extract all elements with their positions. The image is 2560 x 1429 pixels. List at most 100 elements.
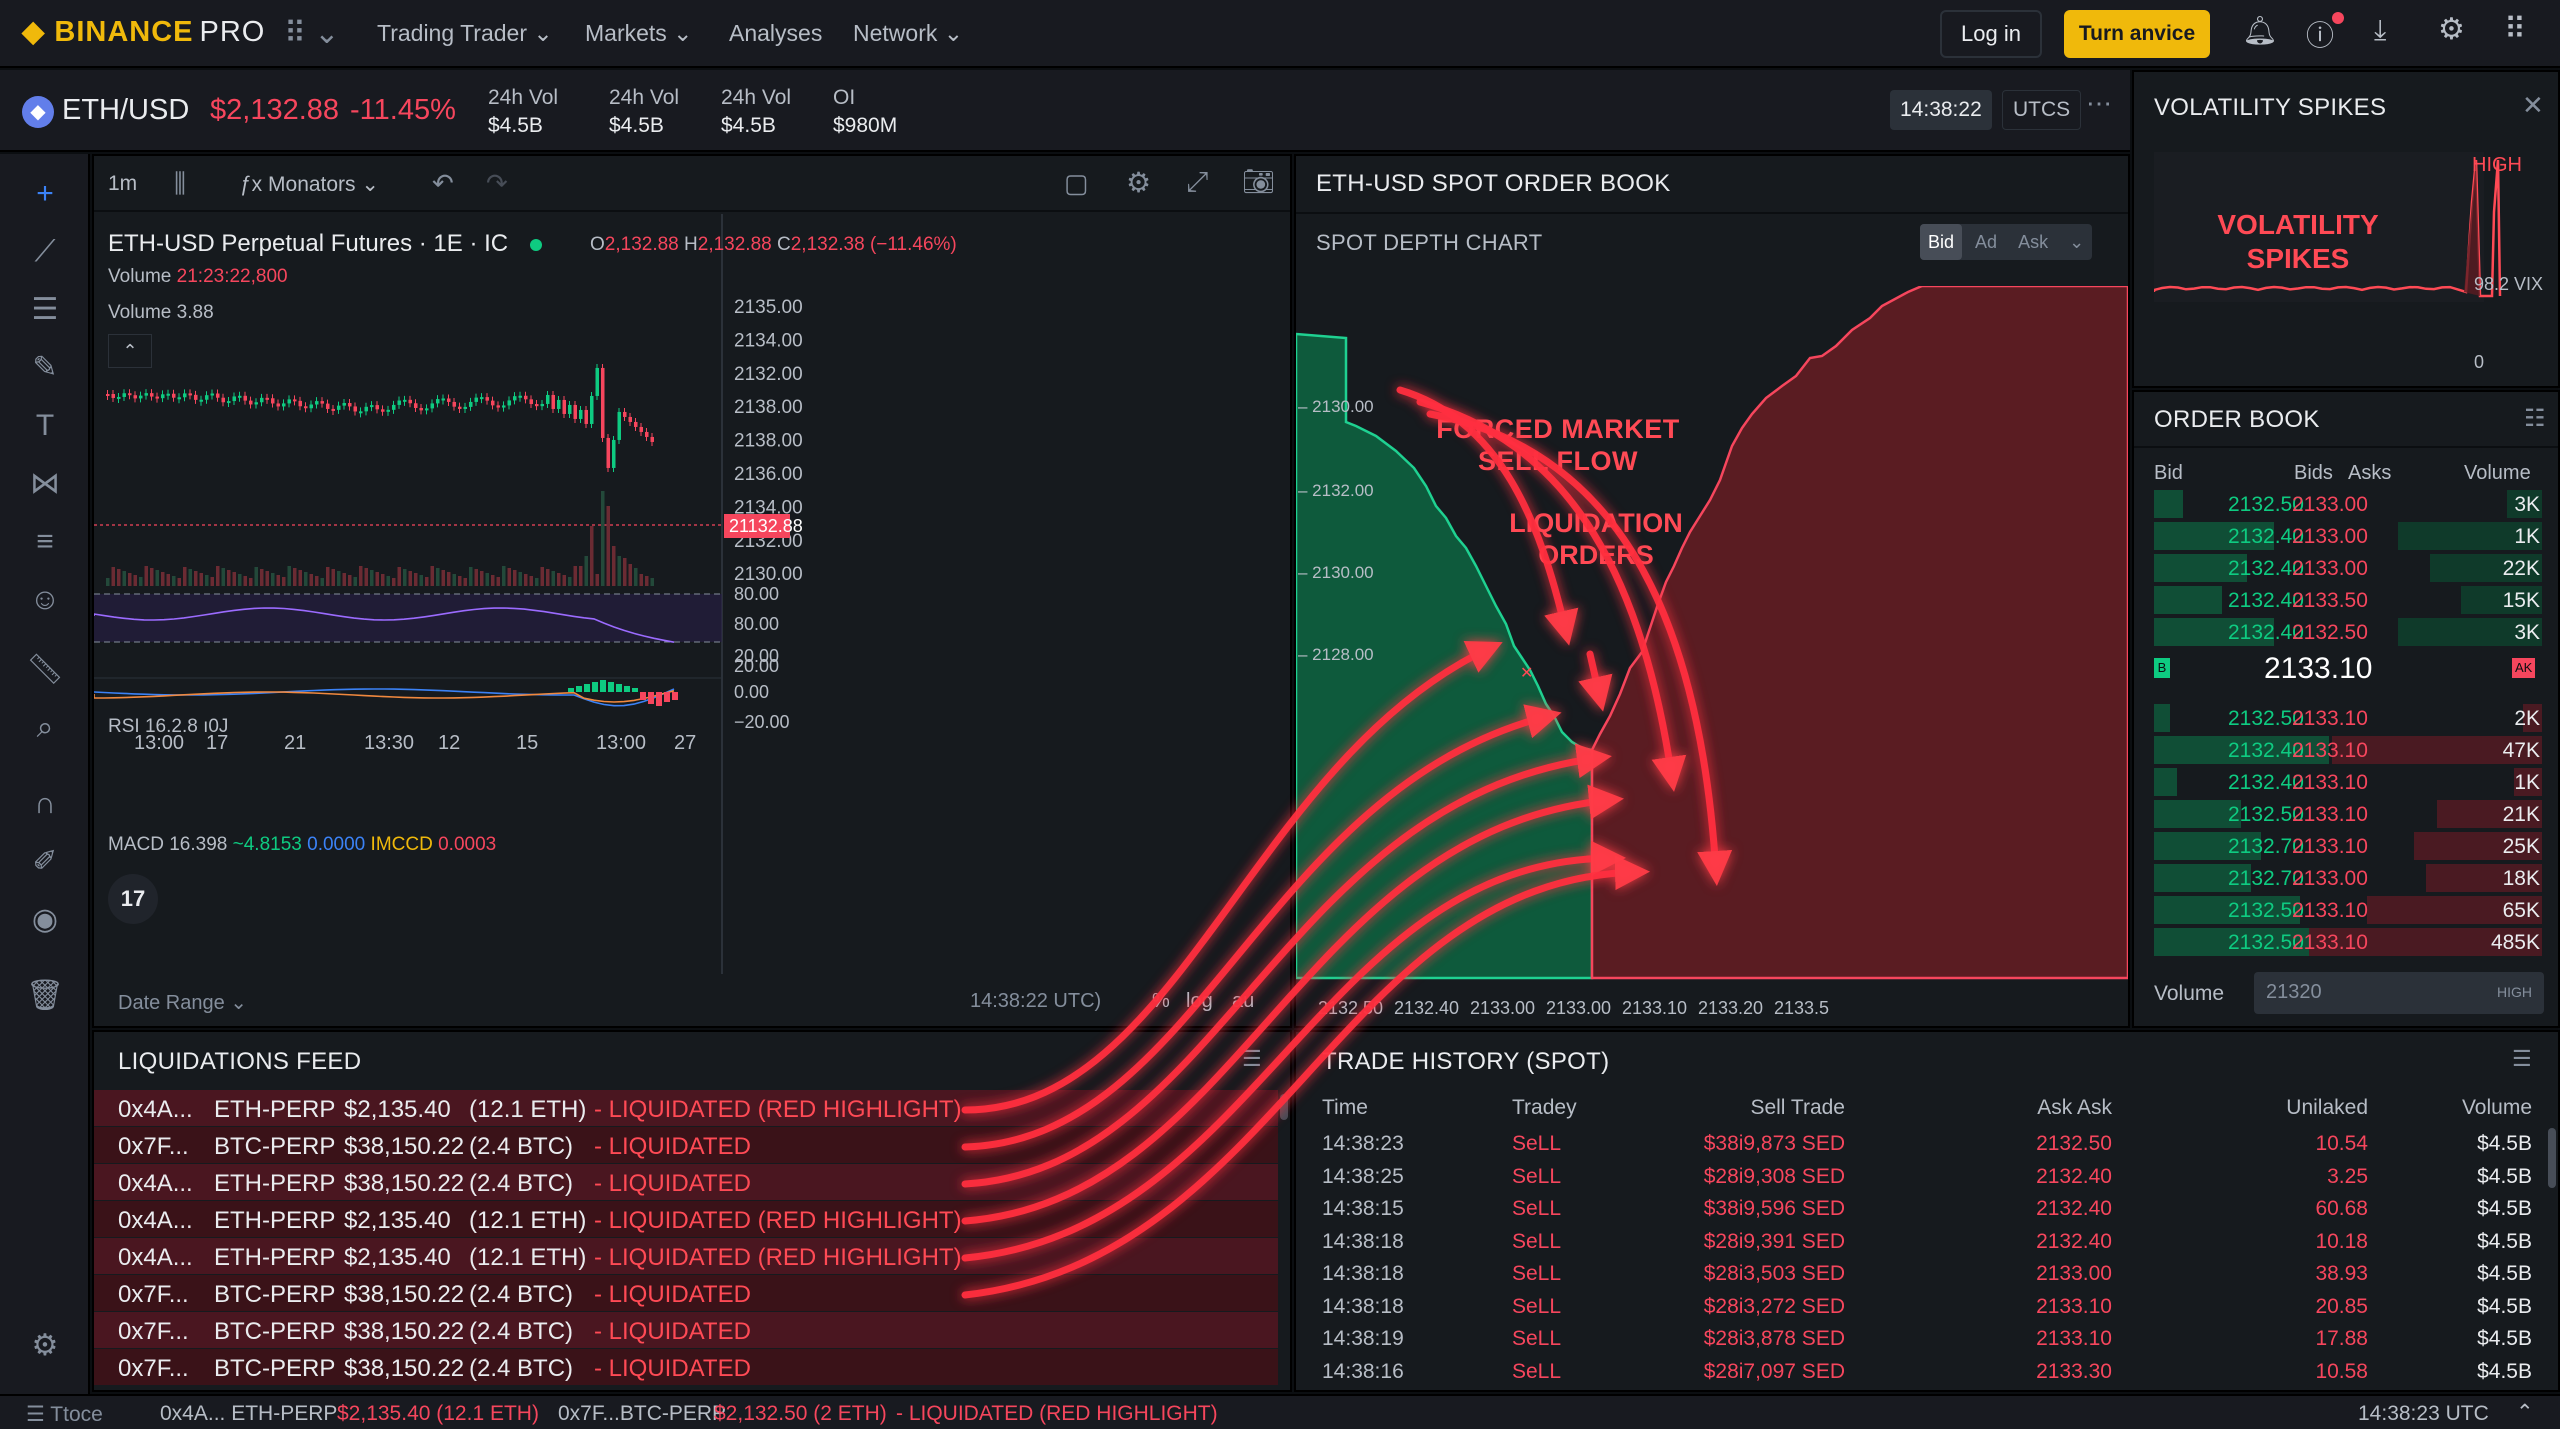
brand-logo[interactable]: ◆ BINANCE PRO bbox=[22, 14, 265, 49]
liquidation-row[interactable]: 0x7F... BTC-PERP $38,150.22 (2.4 BTC) - LIQU… bbox=[94, 1127, 1278, 1163]
liquidation-row[interactable]: 0x4A... ETH-PERP $2,135.40 (12.1 ETH) - LIQU… bbox=[94, 1090, 1278, 1126]
ruler-icon[interactable]: 📏︎ bbox=[23, 648, 67, 692]
order-book-row[interactable]: 2132.50 2133.10 2K bbox=[2154, 702, 2542, 734]
bell-icon[interactable]: 🔔︎ bbox=[2242, 14, 2278, 47]
date-range-selector[interactable]: Date Range ⌄ bbox=[118, 990, 247, 1015]
trade-row[interactable]: 14:38:25 SeLL $28i9,308 SED 2132.40 3.25 $4.5… bbox=[1322, 1161, 2532, 1193]
emoji-icon[interactable]: ☺ bbox=[23, 578, 67, 622]
order-book-row[interactable]: 2132.70 2133.10 25K bbox=[2154, 830, 2542, 862]
scrollbar[interactable] bbox=[2548, 1128, 2556, 1188]
nav-markets[interactable]: Markets ⌄ bbox=[585, 20, 692, 47]
ticker-symbol[interactable]: ETH/USD bbox=[62, 94, 189, 127]
liquidation-row[interactable]: 0x4A... ETH-PERP $38,150.22 (2.4 BTC) - LIQU… bbox=[94, 1164, 1278, 1200]
price-tick-label: 2134.00 bbox=[734, 330, 803, 351]
trade-row[interactable]: 14:38:18 SeLL $28i3,272 SED 2133.10 20.85 $4.… bbox=[1322, 1291, 2532, 1323]
eye-icon[interactable]: ◉ bbox=[23, 898, 67, 942]
nav-network[interactable]: Network ⌄ bbox=[853, 20, 963, 47]
depth-x-label: 2132.50 bbox=[1318, 998, 1383, 1018]
download-icon[interactable]: ⤓ bbox=[2374, 14, 2386, 47]
liq-qty: (2.4 BTC) bbox=[469, 1355, 574, 1382]
chevron-down-icon[interactable]: ⌄ bbox=[2061, 224, 2092, 260]
panel-menu-icon[interactable]: ☰ bbox=[2512, 1046, 2532, 1072]
interval-selector[interactable]: 1m bbox=[108, 172, 137, 196]
camera-icon[interactable]: 📷︎ bbox=[1242, 166, 1275, 197]
liquidation-row[interactable]: 0x7F... BTC-PERP $38,150.22 (2.4 BTC) - LIQU… bbox=[94, 1349, 1278, 1385]
nav-trading[interactable]: Trading Trader ⌄ bbox=[377, 20, 553, 47]
auto-toggle[interactable]: au bbox=[1232, 990, 1254, 1013]
scrollbar[interactable] bbox=[1280, 1094, 1288, 1120]
timezone-selector[interactable]: UTCS bbox=[2002, 90, 2082, 130]
crosshair-icon[interactable]: + bbox=[23, 172, 67, 216]
trade-row[interactable]: 14:38:18 SeLL $28i3,503 SED 2133.00 38.93 $4.… bbox=[1322, 1258, 2532, 1290]
collapse-legend-button[interactable]: ⌃ bbox=[108, 334, 152, 368]
indicators-button[interactable]: ƒx Monators ⌄ bbox=[240, 172, 379, 197]
order-book-row[interactable]: 2132.40 2133.10 47K bbox=[2154, 734, 2542, 766]
order-book-row[interactable]: 2132.70 2133.00 18K bbox=[2154, 862, 2542, 894]
turn-advice-button[interactable]: Turn anvice bbox=[2064, 10, 2210, 58]
gear-icon[interactable]: ⚙ bbox=[2438, 12, 2465, 47]
liq-addr: 0x4A... bbox=[118, 1207, 193, 1234]
price-chart-canvas[interactable]: 2135.00 2134.00 2132.00 2138.00 2138.00 2136.… bbox=[94, 214, 1290, 1028]
chart-settings-icon[interactable]: ⚙ bbox=[1126, 166, 1151, 199]
order-book-row[interactable]: 2132.50 2133.10 485K bbox=[2154, 926, 2542, 958]
fib-icon[interactable]: ≡ bbox=[23, 520, 67, 564]
order-book-row[interactable]: 2132.50 2133.10 65K bbox=[2154, 894, 2542, 926]
undo-icon[interactable]: ↶ bbox=[432, 168, 454, 199]
order-book-row[interactable]: 2132.40 2133.00 1K bbox=[2154, 520, 2542, 552]
login-button[interactable]: Log in bbox=[1940, 10, 2042, 58]
percent-toggle[interactable]: % bbox=[1152, 990, 1170, 1013]
magnet-icon[interactable]: ∩ bbox=[23, 782, 67, 826]
text-icon[interactable]: T bbox=[23, 404, 67, 448]
zoom-icon[interactable]: ⌕ bbox=[23, 706, 67, 750]
tradingview-logo[interactable]: 17 bbox=[108, 874, 158, 924]
trade-row[interactable]: 14:38:18 SeLL $28i9,391 SED 2132.40 10.18 $4.… bbox=[1322, 1226, 2532, 1258]
filter-icon[interactable]: ☷ bbox=[2524, 404, 2546, 433]
order-book-row[interactable]: 2132.40 2133.00 22K bbox=[2154, 552, 2542, 584]
more-icon[interactable]: ⋯ bbox=[2086, 88, 2112, 119]
order-book-row[interactable]: 2132.40 2132.50 3K bbox=[2154, 616, 2542, 648]
tab-ask[interactable]: Ask bbox=[2010, 224, 2056, 260]
screenshot-frame-icon[interactable]: ▢ bbox=[1064, 168, 1089, 199]
close-icon[interactable]: ✕ bbox=[2522, 90, 2544, 121]
trade-row[interactable]: 14:38:19 SeLL $28i3,878 SED 2133.10 17.88 $4.… bbox=[1322, 1323, 2532, 1355]
brush-icon[interactable]: ✎ bbox=[23, 346, 67, 390]
volume-bar bbox=[364, 568, 368, 586]
lock-drawing-icon[interactable]: ✐ bbox=[23, 840, 67, 884]
depth-chart-canvas[interactable]: – 2130.00 – 2132.00 – 2130.00 – 2128.00 2132… bbox=[1296, 286, 2128, 1028]
trade-row[interactable]: 14:38:15 SeLL $38i9,596 SED 2132.40 60.68 $4.… bbox=[1322, 1193, 2532, 1225]
liquidation-row[interactable]: 0x4A... ETH-PERP $2,135.40 (12.1 ETH) - LIQU… bbox=[94, 1238, 1278, 1274]
order-book-row[interactable]: 2132.50 2133.00 3K bbox=[2154, 488, 2542, 520]
order-book-row[interactable]: 2132.40 2133.50 15K bbox=[2154, 584, 2542, 616]
candle-type-icon[interactable]: ⫼ bbox=[174, 168, 186, 200]
apps-grid-icon[interactable]: ⠿ ⌄ bbox=[284, 16, 339, 51]
order-book-row[interactable]: 2132.50 2133.10 21K bbox=[2154, 798, 2542, 830]
panel-menu-icon[interactable]: ☰ bbox=[1242, 1046, 1262, 1072]
trade-row[interactable]: 14:38:16 SeLL $28i7,097 SED 2133.30 10.58 $4.… bbox=[1322, 1356, 2532, 1388]
nav-analyses[interactable]: Analyses bbox=[729, 20, 822, 47]
ask-price: 2133.10 bbox=[2292, 899, 2368, 922]
liq-sym: BTC-PERP bbox=[214, 1281, 336, 1308]
help-icon[interactable]: ⓘ bbox=[2306, 12, 2344, 54]
liquidation-row[interactable]: 0x7F... BTC-PERP $38,150.22 (2.4 BTC) - LIQU… bbox=[94, 1312, 1278, 1348]
tab-bid[interactable]: Bid bbox=[1920, 224, 1963, 260]
trade-row[interactable]: 14:38:23 SeLL $38i9,873 SED 2132.50 10.54 $4.… bbox=[1322, 1128, 2532, 1160]
chevron-up-icon[interactable]: ⌃ bbox=[2516, 1400, 2534, 1425]
menu-grid-icon[interactable]: ⠿ bbox=[2504, 12, 2526, 47]
trash-icon[interactable]: 🗑︎ bbox=[23, 974, 67, 1018]
settings-gear-icon[interactable]: ⚙ bbox=[23, 1324, 67, 1368]
pattern-icon[interactable]: ⋈ bbox=[23, 462, 67, 506]
liquidation-row[interactable]: 0x4A... ETH-PERP $2,135.40 (12.1 ETH) - LIQU… bbox=[94, 1201, 1278, 1237]
order-book-row[interactable]: 2132.40 2133.10 1K bbox=[2154, 766, 2542, 798]
log-toggle[interactable]: log bbox=[1186, 990, 1213, 1013]
trade-cell: 14:38:25 bbox=[1322, 1164, 1404, 1188]
volume-input[interactable]: 21320 HIGH bbox=[2254, 972, 2544, 1014]
trendline-icon[interactable]: ⟋ bbox=[23, 230, 67, 274]
fullscreen-icon[interactable]: ⤢ bbox=[1186, 166, 1208, 199]
status-left[interactable]: ☰ Ttoce bbox=[26, 1402, 103, 1427]
tab-ad[interactable]: Ad bbox=[1967, 224, 2005, 260]
redo-icon[interactable]: ↷ bbox=[486, 168, 508, 199]
trade-cell: 38.93 bbox=[2315, 1262, 2368, 1285]
horizontal-lines-icon[interactable]: ☰ bbox=[23, 288, 67, 332]
annotation-line: SELL FLOW bbox=[1478, 446, 1638, 476]
liquidation-row[interactable]: 0x7F... BTC-PERP $38,150.22 (2.4 BTC) - LIQU… bbox=[94, 1275, 1278, 1311]
